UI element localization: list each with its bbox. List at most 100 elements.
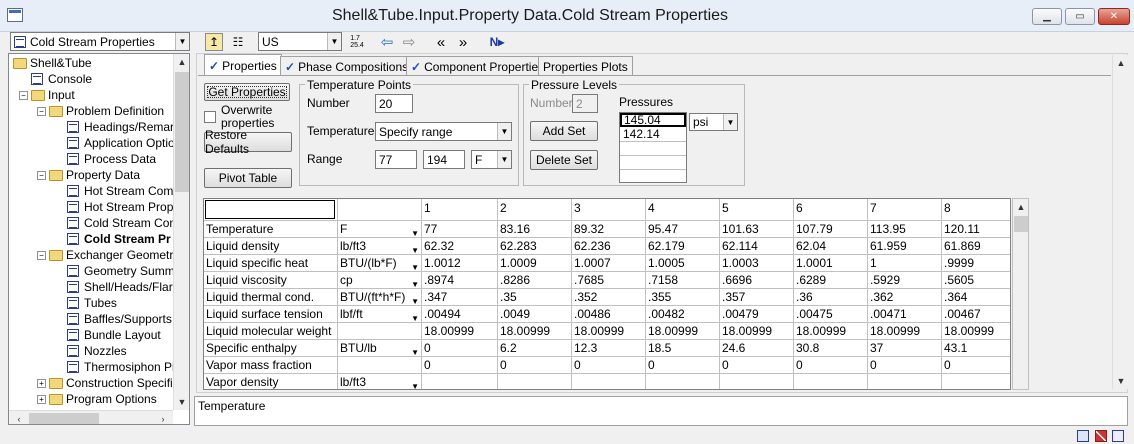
chevron-down-icon[interactable]: ▼	[411, 294, 419, 306]
value-cell[interactable]: 62.04	[794, 238, 868, 255]
chevron-down-icon[interactable]: ▼	[411, 379, 419, 389]
collapse-icon[interactable]: −	[37, 170, 46, 180]
value-cell[interactable]: 1.0003	[720, 255, 794, 272]
scroll-thumb[interactable]	[29, 413, 99, 424]
tree-horizontal-scrollbar[interactable]: ‹ ›	[9, 410, 173, 424]
tree-item[interactable]: Cold Stream Pr	[67, 231, 171, 247]
value-cell[interactable]	[422, 374, 498, 389]
value-cell[interactable]: 1.0007	[572, 255, 646, 272]
chevron-down-icon[interactable]: ▼	[411, 243, 419, 255]
value-cell[interactable]	[720, 374, 794, 389]
form-vertical-scrollbar[interactable]: ▲ ▼	[1112, 55, 1128, 389]
overwrite-properties-checkbox[interactable]	[204, 111, 216, 123]
expand-icon[interactable]: +	[37, 394, 46, 404]
value-cell[interactable]: .00475	[794, 306, 868, 323]
value-cell[interactable]: 61.959	[868, 238, 942, 255]
value-cell[interactable]: 18.00999	[942, 323, 1010, 340]
value-cell[interactable]	[646, 374, 720, 389]
unit-select-cell[interactable]: lbf/ft ▼	[338, 306, 422, 323]
pressure-empty-cell[interactable]	[620, 156, 686, 170]
next-required-icon[interactable]: N▸	[486, 33, 508, 51]
scroll-up-icon[interactable]: ▲	[174, 54, 189, 70]
tree-item[interactable]: Application Optio	[67, 135, 175, 151]
get-properties-button[interactable]: Get Properties	[204, 83, 290, 101]
value-cell[interactable]: .352	[572, 289, 646, 306]
value-cell[interactable]: 0	[942, 357, 1010, 374]
value-cell[interactable]: .5605	[942, 272, 1010, 289]
pivot-table-button[interactable]: Pivot Table	[204, 168, 292, 188]
back-arrow-icon[interactable]: ⇦	[378, 33, 396, 51]
value-cell[interactable]: .5929	[868, 272, 942, 289]
value-cell[interactable]: .35	[498, 289, 572, 306]
value-cell[interactable]: 1.0009	[498, 255, 572, 272]
collapse-icon[interactable]: −	[37, 250, 46, 260]
unit-select-cell[interactable]: lb/ft3 ▼	[338, 374, 422, 389]
navigation-tree[interactable]: Shell&Tube Console − Input − Problem Definiti…	[8, 53, 190, 425]
scroll-down-icon[interactable]: ▼	[174, 394, 189, 410]
value-cell[interactable]: .8286	[498, 272, 572, 289]
temperatures-mode-select[interactable]: Specify range ▼	[375, 122, 512, 141]
pressure-value-cell[interactable]: 142.14	[620, 128, 686, 142]
value-cell[interactable]: 77	[422, 221, 498, 238]
tree-item[interactable]: Headings/Remar	[67, 119, 174, 135]
value-cell[interactable]: 18.00999	[498, 323, 572, 340]
temperature-number-input[interactable]: 20	[375, 94, 413, 113]
scroll-thumb[interactable]	[175, 72, 189, 192]
value-cell[interactable]: 6.2	[498, 340, 572, 357]
tree-item[interactable]: − Property Data	[37, 167, 140, 183]
tab-properties[interactable]: ✓ Properties	[204, 54, 282, 76]
value-cell[interactable]: 113.95	[868, 221, 942, 238]
expand-icon[interactable]: +	[37, 378, 46, 388]
value-cell[interactable]	[942, 374, 1010, 389]
value-cell[interactable]: 61.869	[942, 238, 1010, 255]
next-icon[interactable]: »	[454, 33, 472, 51]
stop-icon[interactable]	[1095, 430, 1107, 442]
value-cell[interactable]: 62.179	[646, 238, 720, 255]
collapse-icon[interactable]: −	[37, 106, 46, 116]
chevron-down-icon[interactable]: ▼	[411, 277, 419, 289]
value-cell[interactable]: .6696	[720, 272, 794, 289]
restore-defaults-button[interactable]: Restore Defaults	[204, 128, 292, 156]
delete-set-button[interactable]: Delete Set	[530, 150, 598, 170]
report-icon[interactable]	[1112, 430, 1124, 442]
scroll-thumb[interactable]	[1014, 216, 1028, 232]
form-view-icon[interactable]	[1077, 430, 1089, 442]
value-cell[interactable]: .355	[646, 289, 720, 306]
value-cell[interactable]: 62.114	[720, 238, 794, 255]
close-button[interactable]: ✕	[1098, 8, 1130, 25]
tree-item[interactable]: Baffles/Supports	[67, 311, 172, 327]
value-cell[interactable]: .0049	[498, 306, 572, 323]
range-to-input[interactable]: 194	[423, 150, 465, 169]
unit-select-cell[interactable]: F ▼	[338, 221, 422, 238]
units-convert-icon[interactable]: 1.7 25.4	[347, 33, 367, 51]
value-cell[interactable]	[572, 374, 646, 389]
tree-toggle-icon[interactable]: ☷	[229, 33, 247, 51]
value-cell[interactable]: 1.0001	[794, 255, 868, 272]
value-cell[interactable]: 18.00999	[868, 323, 942, 340]
pressure-value-cell[interactable]: 145.04	[620, 113, 686, 127]
tree-item[interactable]: Process Data	[67, 151, 156, 167]
unit-select-cell[interactable]: BTU/lb ▼	[338, 340, 422, 357]
value-cell[interactable]: 1.0012	[422, 255, 498, 272]
value-cell[interactable]: 18.00999	[422, 323, 498, 340]
chevron-down-icon[interactable]: ▼	[327, 33, 341, 50]
unit-select-cell[interactable]: BTU/(lb*F) ▼	[338, 255, 422, 272]
scroll-right-icon[interactable]: ›	[155, 411, 171, 424]
value-cell[interactable]: 0	[868, 357, 942, 374]
tree-item[interactable]: − Exchanger Geometry	[37, 247, 179, 263]
value-cell[interactable]: 18.5	[646, 340, 720, 357]
tree-item[interactable]: + Program Options	[37, 391, 157, 407]
maximize-button[interactable]: ▭	[1065, 8, 1095, 25]
value-cell[interactable]: 18.00999	[720, 323, 794, 340]
value-cell[interactable]: 95.47	[646, 221, 720, 238]
add-set-button[interactable]: Add Set	[530, 121, 598, 141]
value-cell[interactable]: 18.00999	[572, 323, 646, 340]
tab-component-properties[interactable]: ✓ Component Properties	[406, 56, 550, 76]
chevron-down-icon[interactable]: ▼	[411, 311, 419, 323]
value-cell[interactable]: 30.8	[794, 340, 868, 357]
value-cell[interactable]: .7158	[646, 272, 720, 289]
pressure-unit-select[interactable]: psi ▼	[689, 113, 738, 131]
chevron-down-icon[interactable]: ▼	[175, 33, 189, 50]
value-cell[interactable]: 62.236	[572, 238, 646, 255]
value-cell[interactable]: 101.63	[720, 221, 794, 238]
